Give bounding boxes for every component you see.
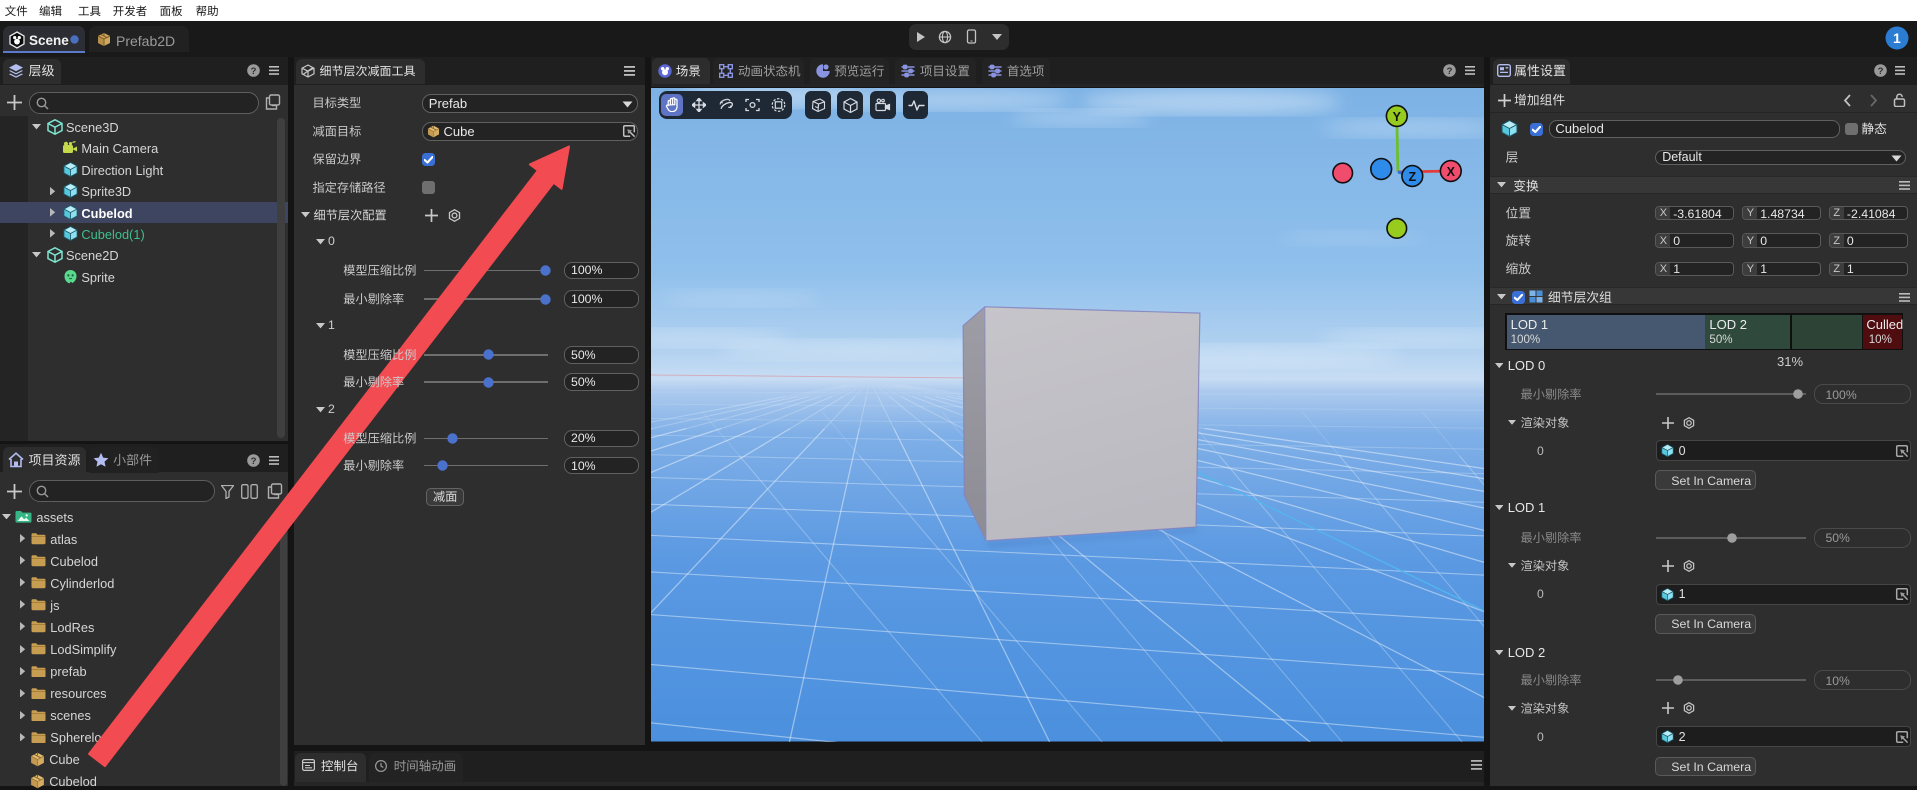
svg-text:?: ?: [1447, 65, 1453, 76]
svg-text:X: X: [1447, 165, 1456, 179]
svg-text:Z: Z: [1408, 170, 1416, 184]
svg-text:?: ?: [1877, 66, 1883, 77]
svg-text:Y: Y: [1393, 110, 1402, 124]
svg-text:?: ?: [251, 66, 257, 77]
